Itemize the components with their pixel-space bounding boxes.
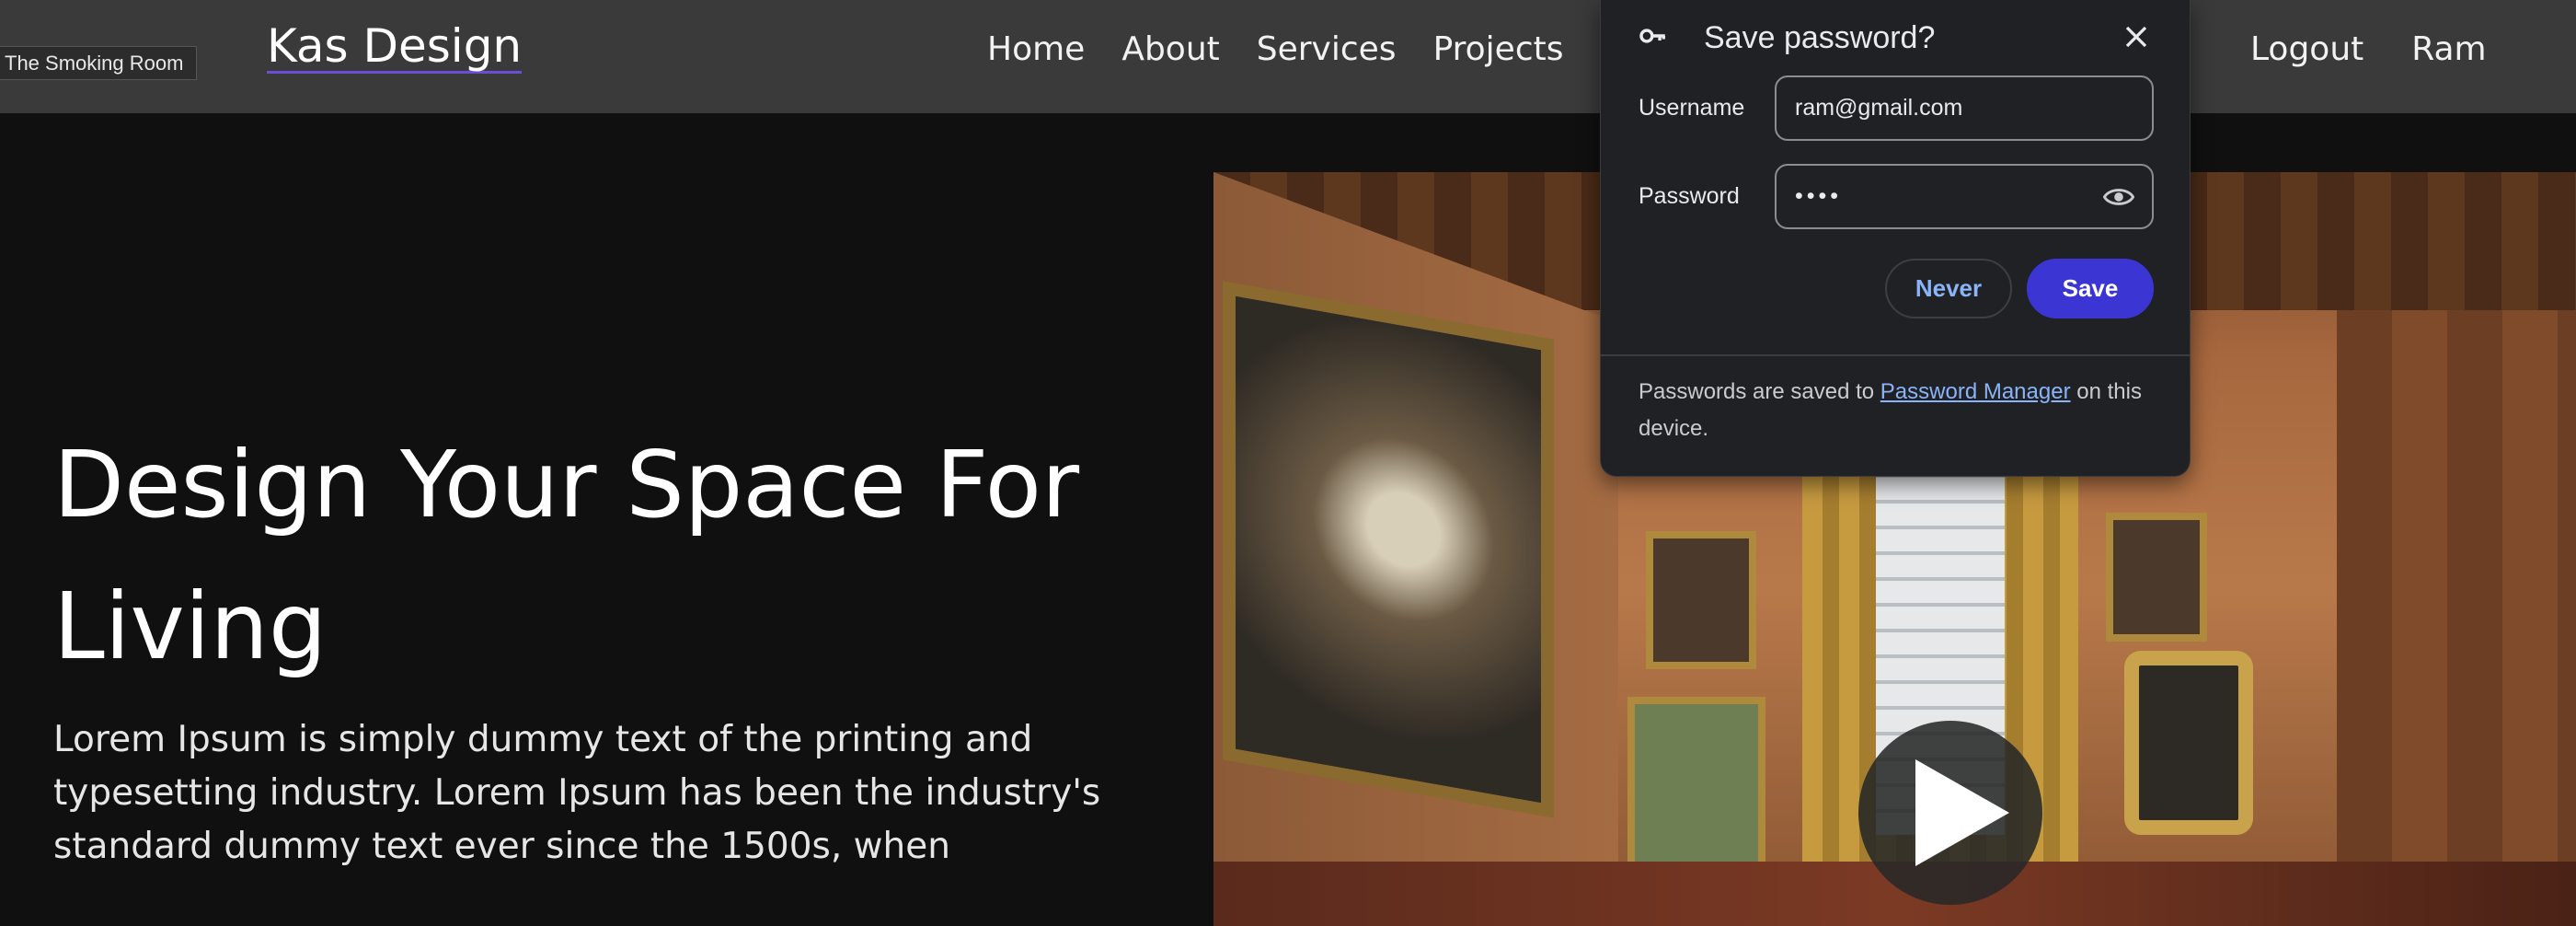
- nav-link-projects[interactable]: Projects: [1433, 24, 1564, 75]
- brand-logo-link[interactable]: Kas Design: [267, 18, 523, 74]
- room-gilded-mirror: [2124, 651, 2253, 835]
- username-field[interactable]: ram@gmail.com: [1775, 75, 2154, 141]
- footer-prefix: Passwords are saved to: [1639, 379, 1880, 404]
- eye-icon[interactable]: [2103, 183, 2134, 211]
- room-portrait-frame: [2106, 513, 2207, 642]
- nav-link-logout[interactable]: Logout: [2250, 24, 2363, 75]
- close-icon[interactable]: [2118, 18, 2155, 55]
- dialog-divider: [1601, 354, 2190, 356]
- tooltip: The Smoking Room: [0, 46, 198, 80]
- nav-link-about[interactable]: About: [1121, 24, 1219, 75]
- nav-link-home[interactable]: Home: [987, 24, 1085, 75]
- room-portrait-frame: [1646, 531, 1756, 669]
- save-password-dialog: Save password? Username ram@gmail.com Pa…: [1600, 0, 2191, 477]
- play-video-button[interactable]: [1858, 721, 2042, 905]
- nav-link-user[interactable]: Ram: [2411, 24, 2486, 75]
- hero-description: Lorem Ipsum is simply dummy text of the …: [53, 719, 1101, 867]
- never-button[interactable]: Never: [1885, 259, 2012, 318]
- save-button[interactable]: Save: [2027, 259, 2154, 318]
- room-wall-right: [2337, 310, 2576, 926]
- password-manager-link[interactable]: Password Manager: [1880, 379, 2071, 404]
- dialog-title: Save password?: [1704, 20, 1936, 55]
- page: The Smoking Room Kas Design Home About S…: [0, 0, 2576, 926]
- dialog-footer: Passwords are saved to Password Manager …: [1639, 374, 2154, 447]
- key-icon: [1639, 29, 1666, 43]
- main-nav: Home About Services Projects: [987, 24, 1564, 75]
- password-label: Password: [1639, 183, 1740, 209]
- username-label: Username: [1639, 95, 1745, 121]
- user-nav: Logout Ram: [2250, 24, 2487, 75]
- play-icon: [1915, 759, 2009, 866]
- nav-link-services[interactable]: Services: [1257, 24, 1397, 75]
- hero-title: Design Your Space For Living: [53, 431, 1080, 680]
- password-field[interactable]: ••••: [1775, 164, 2154, 229]
- room-large-painting: [1223, 281, 1554, 818]
